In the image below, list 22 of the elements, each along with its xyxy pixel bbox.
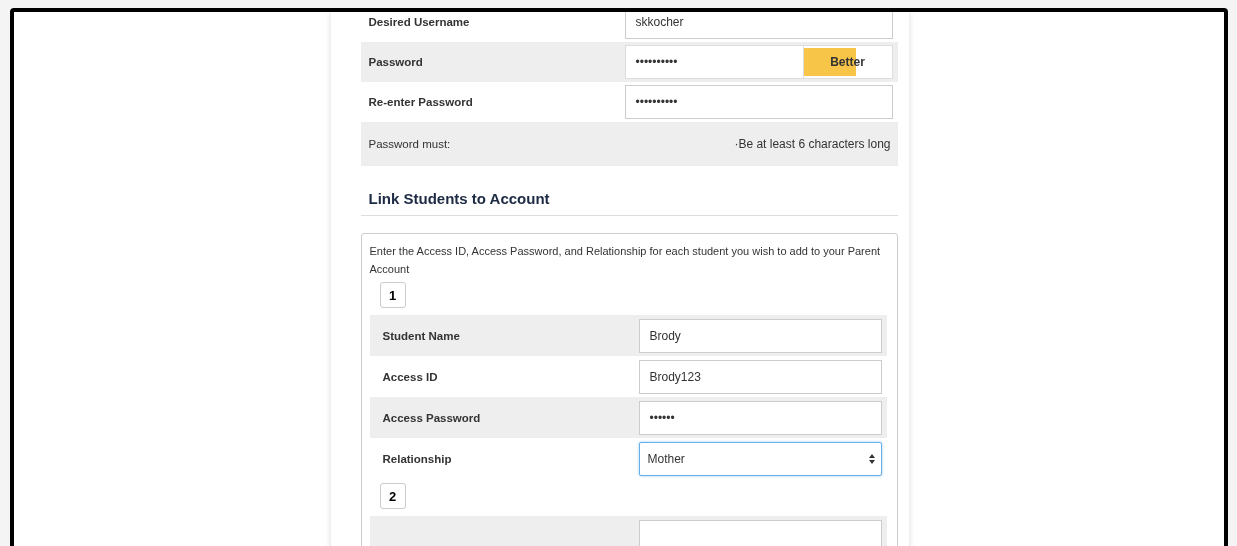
relationship-select[interactable]: Mother <box>638 441 882 476</box>
field-label: Student Name <box>382 329 461 342</box>
password-field[interactable]: •••••• <box>638 400 882 435</box>
text-field[interactable]: Brody123 <box>638 359 882 394</box>
section-title: Link Students to Account <box>360 190 898 216</box>
field-label: Password <box>368 56 424 68</box>
field-label: Password must: <box>368 138 452 150</box>
text-field[interactable]: Brody <box>638 318 882 353</box>
field-label: Relationship <box>382 452 453 465</box>
password-field[interactable]: •••••••••• <box>624 85 893 119</box>
text-field[interactable]: skkocher <box>624 12 893 39</box>
password-field[interactable]: •••••••••• <box>625 46 804 78</box>
field-label: Access ID <box>382 370 439 383</box>
text-field[interactable] <box>638 519 882 546</box>
password-rule: ·Be at least 6 characters long <box>733 137 892 151</box>
field-label: Desired Username <box>368 16 471 28</box>
updown-arrows-icon <box>868 453 875 464</box>
student-number: 2 <box>379 483 406 509</box>
student-number: 1 <box>379 282 406 308</box>
field-label: Access Password <box>382 411 482 424</box>
instructions-text: Enter the Access ID, Access Password, and Relationship for each student you wish to add to your Parent Account <box>369 244 882 277</box>
field-label: Re-enter Password <box>368 96 474 108</box>
